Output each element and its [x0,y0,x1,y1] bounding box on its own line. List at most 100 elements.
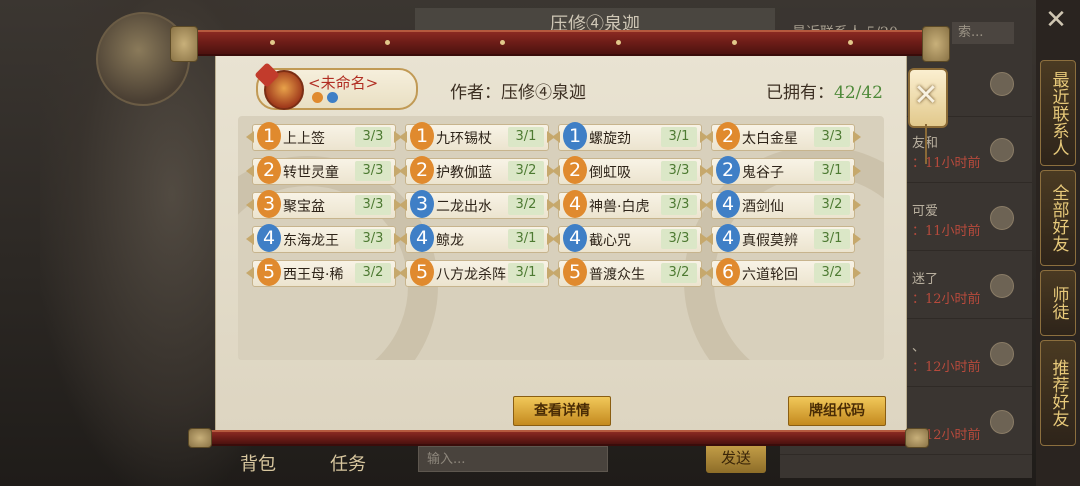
card-entry[interactable]: 2 鬼谷子 3/1 [711,156,855,185]
bag-button[interactable]: 背包 [240,450,276,476]
card-count: 3/2 [814,263,850,283]
card-name: 转世灵童 [283,165,339,181]
close-icon[interactable]: ✕ [908,78,944,114]
card-entry[interactable]: 5 西王母·稀 3/2 [252,258,396,287]
card-name: 酒剑仙 [742,199,784,215]
card-name: 聚宝盆 [283,199,325,215]
panel-close-icon[interactable]: ✕ [1040,4,1072,36]
contact-time: ：11小时前 [912,224,981,239]
card-cost: 5 [563,258,587,286]
contact-avatar [990,138,1014,162]
card-name: 倒虹吸 [589,165,631,181]
contact-snippet: 可爱 [912,204,939,219]
tab-recommended-friends[interactable]: 推荐好友 [1040,340,1076,446]
card-entry[interactable]: 6 六道轮回 3/2 [711,258,855,287]
card-name: 鬼谷子 [742,165,784,181]
card-count: 3/3 [355,127,391,147]
card-cost: 4 [563,190,587,218]
card-count: 3/3 [355,161,391,181]
card-cost: 4 [563,224,587,252]
task-button[interactable]: 任务 [330,450,366,476]
card-entry[interactable]: 5 八方龙杀阵 3/1 [405,258,549,287]
card-entry[interactable]: 3 聚宝盆 3/3 [252,190,396,219]
card-entry[interactable]: 2 护教伽蓝 3/2 [405,156,549,185]
card-name: 二龙出水 [436,199,492,215]
deck-owned: 已拥有：42/42 [766,78,883,103]
send-button[interactable]: 发送 [706,443,766,473]
card-count: 3/2 [508,161,544,181]
card-count: 3/3 [661,229,697,249]
contact-snippet: 、 [912,340,926,355]
card-name: 八方龙杀阵 [436,267,506,283]
card-name: 普渡众生 [589,267,645,283]
card-cost: 1 [257,122,281,150]
card-count: 3/2 [355,263,391,283]
card-entry[interactable]: 4 神兽·白虎 3/3 [558,190,702,219]
rod-stud [616,40,621,45]
card-entry[interactable]: 4 鲸龙 3/1 [405,224,549,253]
card-entry[interactable]: 4 截心咒 3/3 [558,224,702,253]
card-cost: 4 [716,190,740,218]
rod-cap-right [922,26,950,62]
card-count: 3/2 [508,195,544,215]
card-name: 上上签 [283,131,325,147]
deck-code-button[interactable]: 牌组代码 [788,396,886,426]
card-cost: 4 [257,224,281,252]
card-count: 3/3 [814,127,850,147]
rod-stud [385,40,390,45]
rod-stud [270,40,275,45]
card-count: 3/1 [508,127,544,147]
contacts-search[interactable]: 索... [952,22,1014,44]
card-entry[interactable]: 5 普渡众生 3/2 [558,258,702,287]
rod-cap-left [170,26,198,62]
element-water-icon [327,92,338,103]
card-cost: 2 [563,156,587,184]
card-name: 神兽·白虎 [589,199,650,215]
card-cost: 5 [257,258,281,286]
card-entry[interactable]: 4 东海龙王 3/3 [252,224,396,253]
rod-stud [732,40,737,45]
contact-time: ：11小时前 [912,156,981,171]
lantern-tassel [925,124,927,164]
card-cost: 4 [410,224,434,252]
rod-cap-right [905,428,929,448]
card-entry[interactable]: 2 倒虹吸 3/3 [558,156,702,185]
card-cost: 2 [716,122,740,150]
card-name: 九环锡杖 [436,131,492,147]
rod-stud [500,40,505,45]
deck-name: <未命名> [308,74,379,92]
card-count: 3/2 [814,195,850,215]
contact-avatar [990,72,1014,96]
card-entry[interactable]: 2 太白金星 3/3 [711,122,855,151]
contact-avatar [990,274,1014,298]
card-entry[interactable]: 1 螺旋劲 3/1 [558,122,702,151]
card-name: 西王母·稀 [283,267,344,283]
rod-stud [848,40,853,45]
tab-mentorship[interactable]: 师徒 [1040,270,1076,336]
card-entry[interactable]: 3 二龙出水 3/2 [405,190,549,219]
card-count: 3/3 [661,161,697,181]
contact-time: ：12小时前 [912,360,981,375]
scroll-rod-bottom [188,428,929,448]
view-details-button[interactable]: 查看详情 [513,396,611,426]
card-count: 3/2 [661,263,697,283]
card-count: 3/1 [661,127,697,147]
card-entry[interactable]: 4 酒剑仙 3/2 [711,190,855,219]
card-count: 3/3 [661,195,697,215]
card-entry[interactable]: 4 真假莫辨 3/1 [711,224,855,253]
card-name: 六道轮回 [742,267,798,283]
chat-input[interactable]: 输入... [418,446,608,472]
tab-recent-contacts[interactable]: 最近联系人 [1040,60,1076,166]
owned-label: 已拥有： [766,83,834,103]
card-entry[interactable]: 2 转世灵童 3/3 [252,156,396,185]
card-cost: 1 [410,122,434,150]
card-count: 3/1 [814,229,850,249]
tab-all-friends[interactable]: 全部好友 [1040,170,1076,266]
card-name: 真假莫辨 [742,233,798,249]
card-entry[interactable]: 1 上上签 3/3 [252,122,396,151]
deck-author: 作者：压修④泉迦 [450,83,586,103]
card-entry[interactable]: 1 九环锡杖 3/1 [405,122,549,151]
card-cost: 4 [716,224,740,252]
card-name: 鲸龙 [436,233,464,249]
card-cost: 5 [410,258,434,286]
